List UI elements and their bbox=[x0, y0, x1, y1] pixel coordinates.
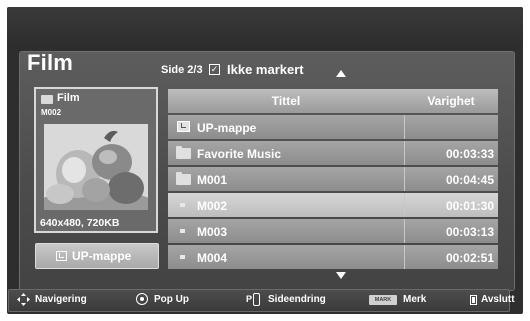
page-change-hint: Sideendring bbox=[268, 294, 326, 305]
row-name: Favorite Music bbox=[197, 147, 282, 161]
table-row-selected[interactable]: M002 00:01:30 bbox=[168, 193, 498, 217]
row-name: UP-mappe bbox=[197, 121, 257, 135]
table-row[interactable]: M003 00:03:13 bbox=[168, 219, 498, 243]
exit-hint: Avslutt bbox=[481, 294, 515, 305]
page-indicator: Side 2/3 bbox=[161, 64, 203, 76]
table-row[interactable]: M001 00:04:45 bbox=[168, 167, 498, 191]
folder-icon bbox=[176, 146, 191, 159]
column-divider bbox=[404, 115, 405, 139]
thumbnail-image bbox=[44, 124, 148, 210]
row-name: M001 bbox=[197, 173, 228, 187]
top-bar bbox=[7, 7, 523, 49]
exit-key-icon bbox=[470, 295, 477, 305]
table-row[interactable]: UP-mappe bbox=[168, 115, 498, 139]
row-duration: 00:03:33 bbox=[445, 147, 494, 161]
table-row[interactable]: M004 00:02:51 bbox=[168, 245, 498, 269]
popup-hint: Pop Up bbox=[154, 294, 189, 305]
preview-info: 640x480, 720KB bbox=[40, 217, 120, 229]
up-folder-icon bbox=[177, 121, 190, 132]
row-duration: 00:02:51 bbox=[445, 251, 494, 265]
navigation-hint: Navigering bbox=[35, 294, 87, 305]
up-folder-button-label: UP-mappe bbox=[72, 249, 132, 263]
file-icon bbox=[180, 203, 185, 207]
table-header: Tittel Varighet bbox=[168, 89, 498, 113]
up-folder-icon bbox=[56, 251, 67, 261]
column-header-title: Tittel bbox=[271, 94, 301, 108]
file-icon bbox=[180, 255, 185, 259]
ok-button-icon bbox=[136, 293, 148, 305]
preview-panel: Film M002 640x480, 720KB bbox=[34, 87, 158, 233]
row-duration: 00:01:30 bbox=[445, 199, 494, 213]
column-header-duration: Varighet bbox=[427, 94, 475, 108]
table-row[interactable]: Favorite Music 00:03:33 bbox=[168, 141, 498, 165]
preview-item-code: M002 bbox=[41, 108, 62, 117]
scroll-up-icon[interactable] bbox=[336, 70, 346, 77]
mark-key-icon: MARK bbox=[369, 295, 397, 305]
page-key-icon: P bbox=[246, 293, 262, 306]
mark-hint: Merk bbox=[403, 294, 427, 305]
page-title: Film bbox=[27, 50, 74, 75]
row-name: M003 bbox=[197, 225, 228, 239]
help-bar: Navigering Pop Up P Sideendring MARK Mer… bbox=[8, 289, 515, 312]
row-duration: 00:04:45 bbox=[445, 173, 494, 187]
preview-folder-name: Film bbox=[57, 92, 80, 104]
row-name: M004 bbox=[197, 251, 228, 265]
folder-icon bbox=[41, 95, 53, 104]
row-duration: 00:03:13 bbox=[445, 225, 494, 239]
file-icon bbox=[180, 229, 185, 233]
row-name: M002 bbox=[197, 199, 228, 213]
scroll-down-icon[interactable] bbox=[336, 272, 346, 279]
checkbox-icon[interactable]: ✓ bbox=[209, 64, 220, 75]
navigation-arrows-icon bbox=[17, 293, 30, 306]
unmarked-label: Ikke markert bbox=[227, 62, 304, 77]
up-folder-button[interactable]: UP-mappe bbox=[35, 243, 159, 269]
file-table: Tittel Varighet UP-mappe Favorite Music … bbox=[168, 89, 498, 269]
folder-icon bbox=[176, 172, 191, 185]
